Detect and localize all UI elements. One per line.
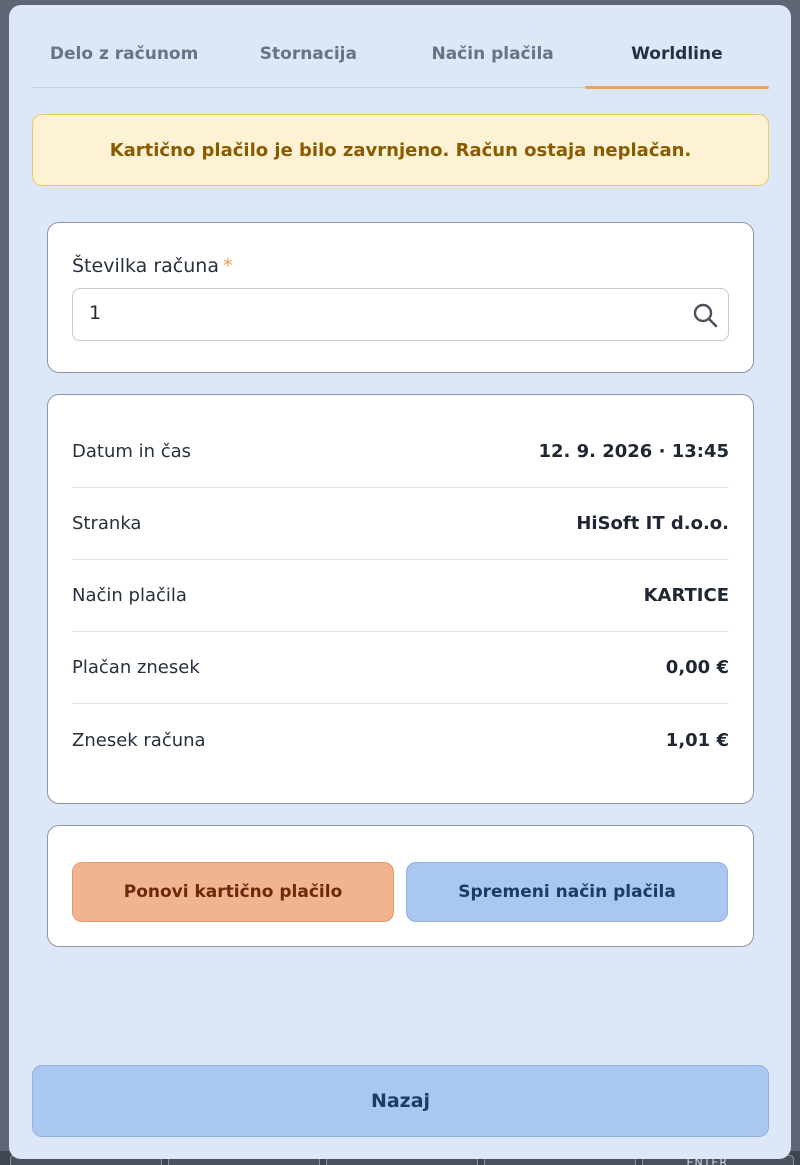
invoice-number-value: 1 [89, 302, 102, 324]
detail-row-datetime: Datum in čas 12. 9. 2026 · 13:45 [72, 416, 729, 488]
change-payment-method-button[interactable]: Spremeni način plačila [406, 862, 728, 922]
invoice-number-label-text: Številka računa [72, 255, 219, 277]
retry-card-payment-button[interactable]: Ponovi kartično plačilo [72, 862, 394, 922]
detail-label: Način plačila [72, 585, 187, 606]
detail-label: Datum in čas [72, 441, 192, 462]
detail-value: 0,00 € [665, 657, 729, 678]
tab-worldline[interactable]: Worldline [584, 27, 770, 89]
back-button[interactable]: Nazaj [32, 1065, 769, 1137]
invoice-details-card: Datum in čas 12. 9. 2026 · 13:45 Stranka… [47, 394, 754, 804]
invoice-number-label: Številka računa * [72, 255, 232, 277]
required-asterisk: * [222, 255, 233, 277]
alert-message: Kartično plačilo je bilo zavrnjeno. Raču… [109, 139, 692, 161]
detail-label: Znesek računa [72, 729, 206, 751]
detail-label: Stranka [72, 513, 142, 534]
payment-declined-alert: Kartično plačilo je bilo zavrnjeno. Raču… [32, 114, 769, 186]
detail-label: Plačan znesek [72, 657, 200, 678]
tab-bar: Delo z računom Stornacija Način plačila … [32, 27, 770, 89]
actions-card: Ponovi kartično plačilo Spremeni način p… [47, 825, 754, 947]
detail-row-customer: Stranka HiSoft IT d.o.o. [72, 488, 729, 560]
tab-invoice-actions[interactable]: Delo z računom [32, 27, 216, 87]
invoice-number-card: Številka računa * 1 [47, 222, 754, 373]
invoice-number-input[interactable]: 1 [72, 288, 729, 341]
tab-cancellation[interactable]: Stornacija [216, 27, 400, 87]
payment-modal: Delo z računom Stornacija Način plačila … [9, 5, 791, 1159]
detail-row-invoice-amount: Znesek računa 1,01 € [72, 704, 729, 776]
detail-value: 12. 9. 2026 · 13:45 [538, 441, 729, 462]
search-icon[interactable] [692, 302, 718, 328]
detail-row-payment-method: Način plačila KARTICE [72, 560, 729, 632]
detail-value: KARTICE [643, 585, 729, 606]
detail-value: HiSoft IT d.o.o. [576, 513, 729, 534]
detail-value: 1,01 € [665, 729, 729, 751]
detail-row-paid-amount: Plačan znesek 0,00 € [72, 632, 729, 704]
tab-payment-method[interactable]: Način plačila [401, 27, 585, 87]
